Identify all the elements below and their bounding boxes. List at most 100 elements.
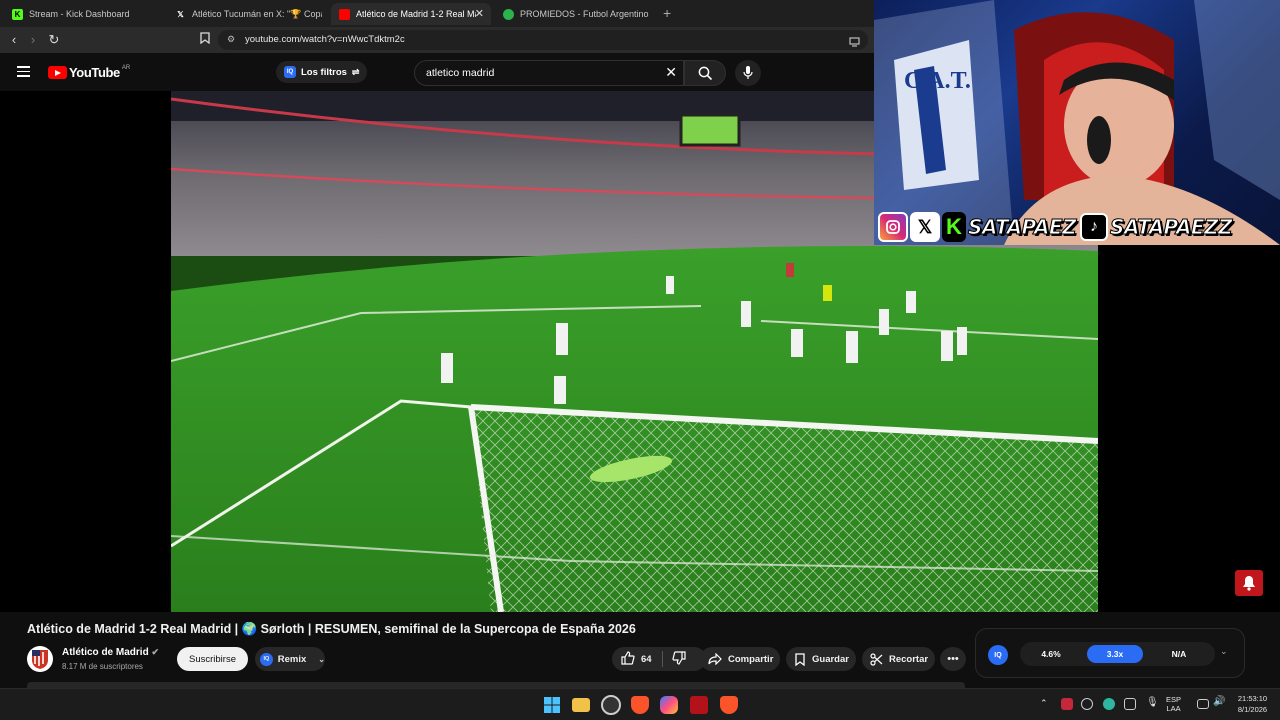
filters-button[interactable]: IQ Los filtros ⇌ [276,61,368,83]
like-dislike-group: 64 [612,647,706,671]
chevron-down-icon[interactable]: ⌄ [1220,646,1228,657]
url-text: youtube.com/watch?v=nWwcTdktm2c [245,34,405,45]
youtube-icon [339,8,350,20]
microphone-icon [743,66,753,79]
social-handles-bar: 𝕏 K SATAPAEZ ♪ SATAPAEZZ [878,210,1278,244]
like-count: 64 [641,653,652,665]
iq-segment-control: 4.6% 3.3x N/A [1020,642,1215,666]
clip-label: Recortar [889,653,929,665]
copilot-icon[interactable] [660,696,678,714]
video-title: Atlético de Madrid 1-2 Real Madrid | 🌍 S… [27,622,636,636]
tab-promiedos[interactable]: PROMIEDOS - Futbol Argentino - Fix [495,3,655,25]
language-indicator[interactable]: ESP LAA [1166,695,1181,713]
chevron-up-icon[interactable]: ⌃ [1040,698,1048,709]
search-icon [698,66,713,81]
remix-button[interactable]: IQ Remix ⌄ [255,647,325,671]
atletico-crest-icon [32,650,48,669]
kick-handle: SATAPAEZ [967,215,1077,240]
share-button[interactable]: Compartir [700,647,780,671]
channel-name[interactable]: Atlético de Madrid ✔ [62,647,159,658]
tray-app-2-icon[interactable] [1103,698,1115,710]
back-icon[interactable]: ‹ [5,31,23,49]
menu-icon[interactable] [17,66,30,77]
keyboard-layout: LAA [1166,704,1181,713]
iq-icon: IQ [260,652,273,666]
iq-segment-percent[interactable]: 4.6% [1023,645,1079,663]
clip-button[interactable]: Recortar [862,647,935,671]
instagram-icon [878,212,908,242]
microphone-tray-icon[interactable]: 🎙 [1146,697,1159,708]
subscribe-button[interactable]: Suscribirse [177,647,248,671]
save-label: Guardar [812,653,849,665]
dislike-button[interactable] [671,650,686,668]
subscriber-count: 8.17 M de suscriptores [62,662,143,671]
more-actions-button[interactable]: ••• [940,647,966,671]
remix-label: Remix [277,653,307,665]
sliders-icon: ⇌ [351,66,360,77]
close-tab-icon[interactable]: ✕ [475,7,484,20]
webcam-overlay: C.A.T. [874,0,1280,245]
banner-text: C.A.T. [904,68,971,94]
bell-icon [1243,576,1255,591]
verified-icon: ✔ [151,647,160,657]
tray-sync-icon[interactable] [1124,698,1136,710]
address-bar[interactable]: ⚙ youtube.com/watch?v=nWwcTdktm2c [218,30,868,50]
youtube-play-icon [48,66,67,79]
tab-youtube-video[interactable]: Atlético de Madrid 1-2 Real Mad ✕ [331,3,491,25]
forward-icon[interactable]: › [24,31,42,49]
bookmark-icon[interactable] [196,31,214,49]
search-input[interactable]: atletico madrid ✕ [414,60,684,86]
share-label: Compartir [728,653,774,665]
obs-icon[interactable] [601,695,621,715]
brave-dev-icon[interactable] [720,696,738,714]
page-background-left [0,91,171,612]
tab-label: Atlético Tucumán en X: "🏆 Copa Ar [192,8,322,19]
search-button[interactable] [684,60,726,86]
save-button[interactable]: Guardar [786,647,856,671]
tiktok-icon: ♪ [1080,213,1109,241]
clock-time: 21:53:10 [1237,694,1268,703]
more-icon: ••• [947,653,959,665]
clock[interactable]: 21:53:10 8/1/2026 [1230,694,1275,714]
site-info-icon[interactable]: ⚙ [227,34,235,45]
voice-search-button[interactable] [735,60,761,86]
bookmark-save-icon [795,652,805,666]
youtube-wordmark: YouTube [69,65,120,80]
iq-segment-multiplier[interactable]: 3.3x [1087,645,1143,663]
clock-date: 8/1/2026 [1237,705,1268,714]
iq-extension-panel: IQ 4.6% 3.3x N/A ⌄ [975,628,1245,678]
promiedos-icon [503,8,514,20]
brave-icon[interactable] [631,696,649,714]
reload-icon[interactable]: ↻ [45,31,63,49]
tab-kick-dashboard[interactable]: K Stream - Kick Dashboard [4,3,164,25]
navigation-bar: ‹ › ↻ ⚙ youtube.com/watch?v=nWwcTdktm2c [0,27,874,53]
channel-avatar[interactable] [27,646,53,672]
thumbs-down-icon [671,650,686,665]
cast-icon[interactable] [849,34,860,52]
volume-icon[interactable]: 🔊 [1213,696,1225,707]
new-tab-button[interactable]: + [663,5,671,21]
tiktok-handle: SATAPAEZZ [1110,215,1234,240]
page-background-right [1098,245,1280,612]
search-query: atletico madrid [426,67,495,79]
filters-label: Los filtros [301,66,347,78]
language-code: ESP [1166,695,1182,704]
iq-segment-na[interactable]: N/A [1151,645,1207,663]
tray-app-icon[interactable] [1061,698,1073,710]
x-icon: 𝕏 [177,9,184,19]
clear-search-icon[interactable]: ✕ [665,64,677,81]
thumbs-up-icon [621,650,635,665]
tab-label: PROMIEDOS - Futbol Argentino - Fix [520,9,650,19]
tab-x-atletico-tucuman[interactable]: 𝕏 Atlético Tucumán en X: "🏆 Copa Ar [167,3,327,25]
notification-bell-button[interactable] [1235,570,1263,596]
app-icon-red[interactable] [690,696,708,714]
tray-steam-icon[interactable] [1081,698,1093,710]
file-explorer-icon[interactable] [572,698,590,712]
windows-start-icon[interactable] [543,696,561,714]
divider [661,651,663,667]
iq-icon: IQ [284,66,296,78]
like-button[interactable] [621,650,635,668]
share-icon [708,653,722,665]
display-icon[interactable] [1197,699,1209,709]
youtube-logo[interactable]: YouTube AR [48,65,130,80]
